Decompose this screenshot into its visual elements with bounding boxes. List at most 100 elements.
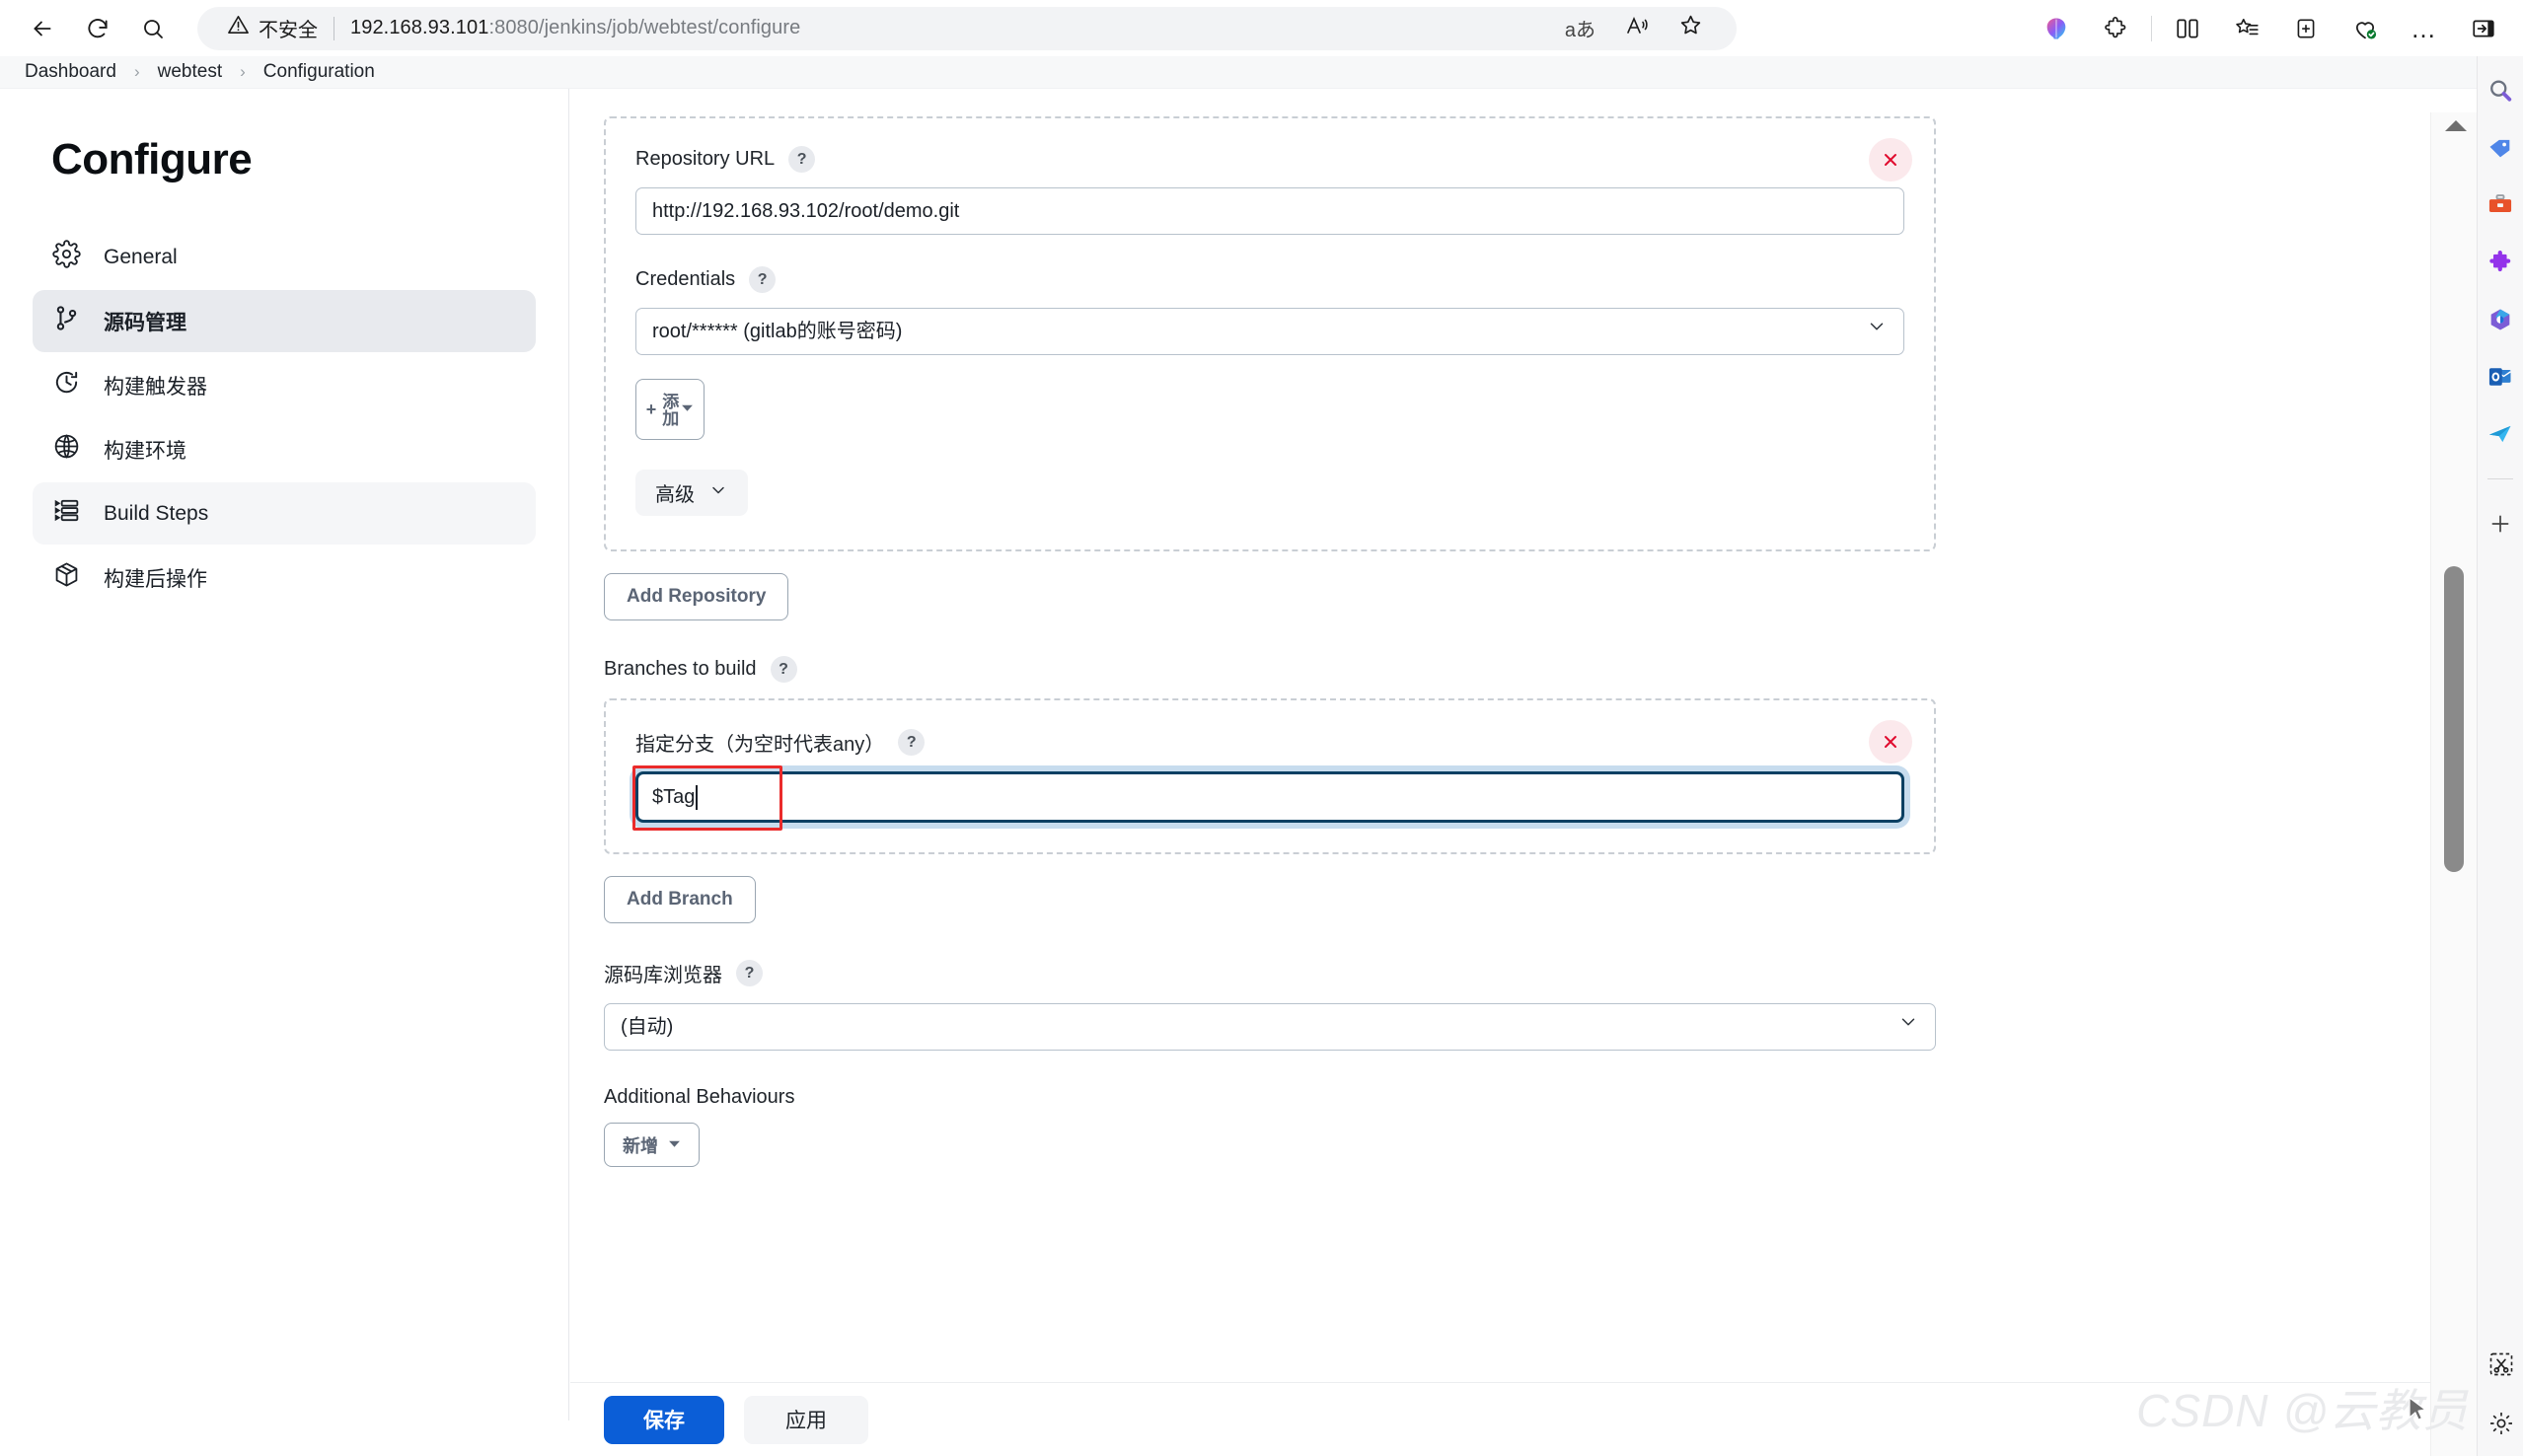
sidebar-item-build-environment[interactable]: 构建环境 bbox=[33, 418, 536, 480]
text-caret bbox=[696, 784, 699, 810]
gear-icon bbox=[52, 240, 81, 274]
collections-icon[interactable] bbox=[2225, 7, 2268, 50]
delete-branch-button[interactable] bbox=[1869, 720, 1912, 764]
search-button[interactable] bbox=[130, 6, 176, 51]
settings-more-icon[interactable]: … bbox=[2403, 7, 2446, 50]
add-repository-label: Add Repository bbox=[627, 586, 767, 607]
sidebar-toggle-icon[interactable] bbox=[2462, 7, 2505, 50]
read-aloud-icon[interactable] bbox=[1625, 14, 1649, 43]
add-branch-button[interactable]: Add Branch bbox=[604, 876, 756, 923]
shopping-tag-icon[interactable] bbox=[2484, 131, 2517, 165]
repository-block: Repository URL ? Credentials ? root/****… bbox=[604, 116, 1936, 551]
breadcrumb-item-dashboard[interactable]: Dashboard bbox=[25, 61, 116, 83]
telegram-send-icon[interactable] bbox=[2484, 417, 2517, 451]
scroll-up-arrow-icon[interactable] bbox=[2445, 120, 2467, 131]
favorite-star-icon[interactable] bbox=[1678, 13, 1703, 43]
sidebar-item-label: General bbox=[104, 245, 178, 268]
sidebar-item-general[interactable]: General bbox=[33, 226, 536, 288]
form-action-bar: 保存 应用 bbox=[570, 1382, 2430, 1456]
url-path: :8080/jenkins/job/webtest/configure bbox=[488, 17, 801, 38]
sidebar-item-label: Build Steps bbox=[104, 501, 209, 525]
globe-icon bbox=[52, 432, 81, 467]
breadcrumb-item-webtest[interactable]: webtest bbox=[158, 61, 222, 83]
save-button[interactable]: 保存 bbox=[604, 1395, 724, 1444]
breadcrumb-item-configuration[interactable]: Configuration bbox=[263, 61, 375, 83]
credentials-label: Credentials bbox=[635, 268, 736, 290]
jenkins-page: Dashboard › webtest › Configuration Conf… bbox=[0, 56, 2477, 1456]
apply-button[interactable]: 应用 bbox=[744, 1395, 868, 1444]
performance-heart-icon[interactable] bbox=[2343, 7, 2387, 50]
edge-sidebar-bottom bbox=[2478, 1347, 2523, 1440]
sidebar-item-build-triggers[interactable]: 构建触发器 bbox=[33, 354, 536, 416]
scrollbar-thumb[interactable] bbox=[2444, 566, 2464, 872]
git-branch-icon bbox=[52, 304, 81, 338]
extensions-puzzle-icon[interactable] bbox=[2094, 7, 2137, 50]
help-icon[interactable]: ? bbox=[749, 266, 777, 293]
add-repository-button[interactable]: Add Repository bbox=[604, 573, 789, 620]
browser-actions: … bbox=[2027, 7, 2523, 50]
sidebar-item-label: 构建后操作 bbox=[104, 567, 207, 591]
browser-toolbar: 不安全 192.168.93.101:8080/jenkins/job/webt… bbox=[0, 0, 2523, 56]
browser-essentials-icon[interactable] bbox=[2284, 7, 2328, 50]
credentials-label-row: Credentials ? bbox=[635, 266, 1904, 293]
page-scrollbar[interactable] bbox=[2430, 112, 2477, 1456]
branch-block: 指定分支（为空时代表any） ? $Tag bbox=[604, 698, 1936, 854]
add-behaviour-button[interactable]: 新增 bbox=[604, 1123, 700, 1167]
chevron-right-icon: › bbox=[240, 62, 246, 81]
configure-form: Repository URL ? Credentials ? root/****… bbox=[570, 89, 2430, 1382]
help-icon[interactable]: ? bbox=[898, 729, 926, 756]
url-text[interactable]: 192.168.93.101:8080/jenkins/job/webtest/… bbox=[350, 17, 800, 39]
help-icon[interactable]: ? bbox=[788, 146, 816, 173]
toolbar-divider bbox=[2151, 15, 2152, 41]
microsoft-365-icon[interactable] bbox=[2484, 303, 2517, 336]
branch-spec-value: $Tag bbox=[652, 785, 696, 808]
copilot-icon[interactable] bbox=[2035, 7, 2078, 50]
configure-sidebar: Configure General 源码管理 构建触发器 构建环境 Build … bbox=[0, 89, 569, 1420]
branch-spec-input[interactable]: $Tag bbox=[632, 765, 1904, 831]
branch-spec-label: 指定分支（为空时代表any） bbox=[635, 734, 885, 756]
sidebar-item-label: 构建环境 bbox=[104, 439, 186, 463]
add-sidebar-app-icon[interactable] bbox=[2484, 507, 2517, 541]
outlook-icon[interactable] bbox=[2484, 360, 2517, 394]
security-warning[interactable]: 不安全 bbox=[215, 14, 318, 42]
search-magnifier-icon[interactable] bbox=[2484, 74, 2517, 108]
games-puzzle-icon[interactable] bbox=[2484, 246, 2517, 279]
repository-url-label-row: Repository URL ? bbox=[635, 146, 1904, 173]
back-button[interactable] bbox=[20, 6, 65, 51]
chevron-down-icon bbox=[1897, 1004, 1919, 1050]
breadcrumb: Dashboard › webtest › Configuration bbox=[0, 56, 2477, 89]
reload-button[interactable] bbox=[75, 6, 120, 51]
chevron-down-icon bbox=[1866, 309, 1888, 354]
sidebar-item-post-build-actions[interactable]: 构建后操作 bbox=[33, 546, 536, 609]
sidebar-item-scm[interactable]: 源码管理 bbox=[33, 290, 536, 352]
repository-url-input[interactable] bbox=[635, 187, 1904, 235]
url-host: 192.168.93.101 bbox=[350, 17, 489, 38]
branches-to-build-label: Branches to build bbox=[604, 658, 757, 680]
security-label: 不安全 bbox=[259, 20, 318, 41]
repo-browser-label: 源码库浏览器 bbox=[604, 965, 722, 986]
translate-icon[interactable]: aあ bbox=[1565, 14, 1595, 42]
add-credentials-button[interactable]: + 添加 bbox=[635, 379, 705, 440]
repository-url-label: Repository URL bbox=[635, 148, 776, 170]
help-icon[interactable]: ? bbox=[770, 656, 797, 683]
advanced-label: 高级 bbox=[655, 484, 695, 506]
repo-browser-label-row: 源码库浏览器 ? bbox=[604, 959, 2430, 987]
chevron-down-icon bbox=[708, 480, 728, 506]
repo-browser-select[interactable]: (自动) bbox=[604, 1003, 1936, 1051]
sidebar-settings-gear-icon[interactable] bbox=[2485, 1407, 2518, 1440]
package-icon bbox=[52, 560, 81, 595]
address-bar[interactable]: 不安全 192.168.93.101:8080/jenkins/job/webt… bbox=[197, 6, 1737, 50]
delete-repository-button[interactable] bbox=[1869, 138, 1912, 182]
caret-down-icon bbox=[681, 400, 694, 419]
screenshot-scissors-icon[interactable] bbox=[2485, 1347, 2518, 1381]
sidebar-item-build-steps[interactable]: Build Steps bbox=[33, 482, 536, 545]
tools-toolbox-icon[interactable] bbox=[2484, 188, 2517, 222]
mouse-cursor-icon bbox=[2407, 1396, 2432, 1430]
advanced-toggle-button[interactable]: 高级 bbox=[635, 470, 748, 516]
plus-icon: + bbox=[645, 399, 657, 419]
split-screen-icon[interactable] bbox=[2166, 7, 2209, 50]
clock-icon bbox=[52, 368, 81, 402]
additional-behaviours-label: Additional Behaviours bbox=[604, 1086, 795, 1108]
help-icon[interactable]: ? bbox=[736, 960, 763, 986]
credentials-select[interactable]: root/****** (gitlab的账号密码) bbox=[635, 308, 1904, 355]
